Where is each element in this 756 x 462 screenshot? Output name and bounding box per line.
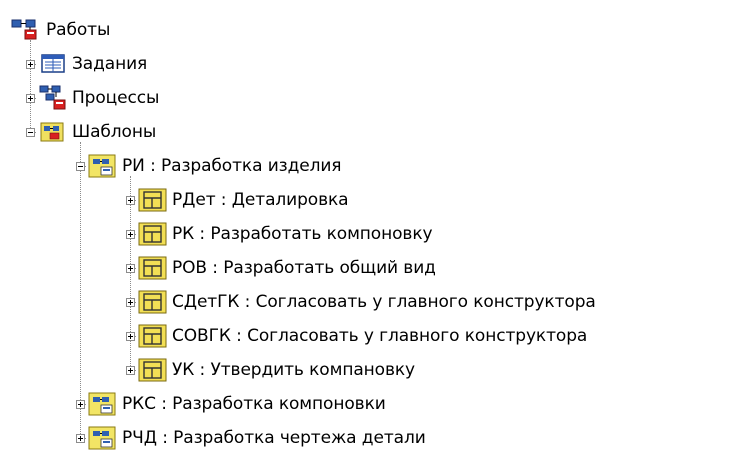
collapse-toggle[interactable] — [76, 162, 85, 171]
workflow-template-icon — [86, 390, 120, 418]
tree-node-task-rk[interactable]: РК : Разработать компоновку — [136, 217, 434, 251]
collapse-toggle[interactable] — [26, 128, 35, 137]
tree-node-label: РКС : Разработка компоновки — [122, 394, 386, 414]
tasks-window-icon — [36, 50, 70, 78]
tree-node-label: Процессы — [72, 88, 160, 108]
tree-node-task-rdet[interactable]: РДет : Деталировка — [136, 183, 351, 217]
task-template-icon — [136, 220, 170, 248]
tree-node-templates[interactable]: Шаблоны — [36, 115, 158, 149]
tree-node-tasks[interactable]: Задания — [36, 47, 149, 81]
tree-view: Работы Задания Процессы Шаблоны РИ : Раз… — [0, 0, 756, 462]
expand-toggle[interactable] — [76, 400, 85, 409]
expand-toggle[interactable] — [126, 332, 135, 341]
expand-toggle[interactable] — [76, 434, 85, 443]
tree-connector-v — [30, 40, 31, 132]
workflow-template-icon — [86, 152, 120, 180]
task-template-icon — [136, 322, 170, 350]
workflow-template-icon — [86, 424, 120, 452]
processes-icon — [36, 84, 70, 112]
expand-toggle[interactable] — [126, 230, 135, 239]
tree-node-root[interactable]: Работы — [10, 13, 112, 47]
expand-toggle[interactable] — [126, 196, 135, 205]
tree-node-template-ri[interactable]: РИ : Разработка изделия — [86, 149, 343, 183]
tree-node-label: СДетГК : Согласовать у главного конструк… — [172, 292, 596, 312]
task-template-icon — [136, 356, 170, 384]
tree-node-label: Работы — [46, 20, 111, 40]
expand-toggle[interactable] — [126, 264, 135, 273]
tree-connector-v — [80, 142, 81, 438]
tree-node-label: РЧД : Разработка чертежа детали — [122, 428, 426, 448]
tree-node-template-rks[interactable]: РКС : Разработка компоновки — [86, 387, 388, 421]
task-template-icon — [136, 288, 170, 316]
expand-toggle[interactable] — [26, 60, 35, 69]
expand-toggle[interactable] — [126, 298, 135, 307]
expand-toggle[interactable] — [126, 366, 135, 375]
templates-folder-icon — [36, 118, 70, 146]
tree-node-label: РОВ : Разработать общий вид — [172, 258, 436, 278]
workflow-root-icon — [10, 16, 44, 44]
tree-node-processes[interactable]: Процессы — [36, 81, 161, 115]
tree-node-label: РК : Разработать компоновку — [172, 224, 433, 244]
tree-node-task-uk[interactable]: УК : Утвердить компановку — [136, 353, 417, 387]
tree-node-task-sdetgk[interactable]: СДетГК : Согласовать у главного конструк… — [136, 285, 598, 319]
tree-node-template-rchd[interactable]: РЧД : Разработка чертежа детали — [86, 421, 428, 455]
tree-node-label: УК : Утвердить компановку — [172, 360, 416, 380]
tree-node-task-sovgk[interactable]: СОВГК : Согласовать у главного конструкт… — [136, 319, 589, 353]
expand-toggle[interactable] — [26, 94, 35, 103]
tree-node-label: СОВГК : Согласовать у главного конструкт… — [172, 326, 588, 346]
tree-node-label: Задания — [72, 54, 148, 74]
task-template-icon — [136, 254, 170, 282]
tree-node-label: РИ : Разработка изделия — [122, 156, 342, 176]
tree-node-label: РДет : Деталировка — [172, 190, 349, 210]
task-template-icon — [136, 186, 170, 214]
tree-node-label: Шаблоны — [72, 122, 157, 142]
tree-node-task-rov[interactable]: РОВ : Разработать общий вид — [136, 251, 438, 285]
